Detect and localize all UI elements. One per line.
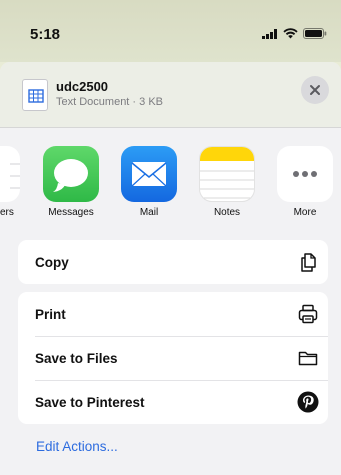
messages-icon bbox=[43, 146, 99, 202]
battery-icon bbox=[303, 28, 327, 39]
action-print[interactable]: Print bbox=[18, 292, 328, 336]
notes-icon bbox=[199, 146, 255, 202]
copy-icon bbox=[301, 253, 316, 272]
close-icon bbox=[310, 85, 320, 95]
printer-icon bbox=[298, 304, 318, 324]
share-app-notes[interactable]: Notes bbox=[197, 146, 257, 218]
pinterest-icon bbox=[297, 391, 319, 413]
action-label: Save to Pinterest bbox=[35, 394, 145, 410]
share-app-label: Messages bbox=[48, 207, 94, 218]
share-app-label: ers bbox=[0, 207, 14, 218]
action-copy[interactable]: Copy bbox=[18, 240, 328, 284]
action-group-copy: Copy bbox=[18, 240, 328, 284]
document-subtitle: Text Document · 3 KB bbox=[56, 96, 163, 108]
cellular-signal-icon bbox=[262, 28, 277, 39]
action-save-to-files[interactable]: Save to Files bbox=[18, 336, 328, 380]
share-sheet-header: udc2500 Text Document · 3 KB bbox=[0, 62, 341, 128]
action-label: Save to Files bbox=[35, 350, 118, 366]
close-button[interactable] bbox=[301, 76, 329, 104]
action-save-to-pinterest[interactable]: Save to Pinterest bbox=[18, 380, 328, 424]
share-app-label: Notes bbox=[213, 207, 241, 218]
share-app-label: More bbox=[293, 207, 317, 218]
status-time: 5:18 bbox=[30, 26, 61, 43]
status-bar: 5:18 bbox=[0, 0, 341, 62]
share-app-messages[interactable]: Messages bbox=[41, 146, 101, 218]
share-app-partial[interactable]: ers bbox=[0, 146, 22, 218]
share-sheet: udc2500 Text Document · 3 KB ers Message… bbox=[0, 62, 341, 475]
share-app-mail[interactable]: Mail bbox=[119, 146, 179, 218]
status-icons bbox=[262, 28, 327, 39]
wifi-icon bbox=[283, 28, 298, 39]
mail-icon bbox=[121, 146, 177, 202]
more-icon bbox=[277, 146, 333, 202]
share-app-more[interactable]: More bbox=[275, 146, 335, 218]
share-app-label: Mail bbox=[139, 207, 159, 218]
action-label: Copy bbox=[35, 254, 69, 270]
action-group-main: Print Save to Files Save to Pinterest bbox=[18, 292, 328, 424]
folder-icon bbox=[298, 351, 318, 366]
text-document-icon bbox=[22, 79, 48, 111]
action-label: Print bbox=[35, 306, 66, 322]
edit-actions-link[interactable]: Edit Actions... bbox=[36, 439, 118, 454]
document-name: udc2500 bbox=[56, 79, 109, 94]
app-share-row: ers Messages Mail Notes More bbox=[0, 146, 341, 226]
partial-app-icon bbox=[0, 146, 20, 202]
